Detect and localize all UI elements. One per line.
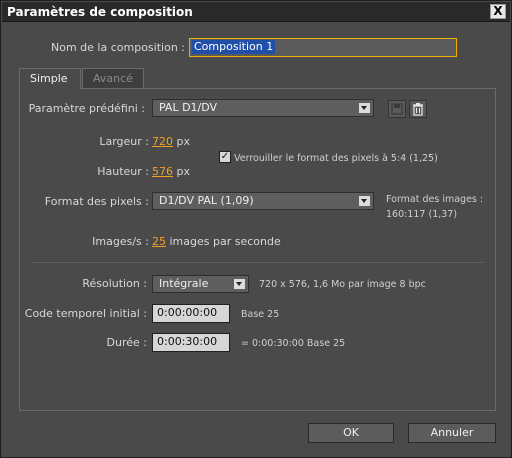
- preset-label: Paramètre prédéfini :: [28, 102, 145, 115]
- lock-ratio-checkbox[interactable]: ✓: [219, 151, 231, 163]
- chevron-down-icon: [359, 103, 370, 113]
- save-icon: [391, 103, 403, 115]
- pixel-aspect-label: Format des pixels :: [44, 195, 149, 208]
- frame-aspect-value: 160:117 (1,37): [386, 209, 458, 220]
- window-title: Paramètres de composition: [7, 5, 193, 19]
- frame-rate-label: Images/s :: [92, 235, 149, 248]
- tab-advanced[interactable]: Avancé: [82, 68, 144, 89]
- start-timecode-label: Code temporel initial :: [24, 307, 147, 320]
- height-label: Hauteur :: [97, 165, 149, 178]
- trash-icon: [413, 103, 423, 116]
- resolution-label: Résolution :: [82, 277, 147, 290]
- ok-button[interactable]: OK: [308, 423, 394, 443]
- width-field: 720 px: [152, 135, 190, 148]
- preset-dropdown[interactable]: PAL D1/DV: [152, 99, 374, 117]
- title-bar[interactable]: Paramètres de composition X: [2, 2, 510, 22]
- height-unit: px: [176, 165, 191, 178]
- width-unit: px: [176, 135, 191, 148]
- composition-name-value: Composition 1: [192, 40, 276, 54]
- chevron-down-icon: [359, 196, 370, 206]
- composition-name-label: Nom de la composition :: [51, 41, 185, 54]
- composition-name-input[interactable]: Composition 1: [189, 38, 457, 57]
- frame-aspect-label: Format des images :: [386, 194, 484, 205]
- delete-preset-button[interactable]: [409, 100, 427, 118]
- save-preset-button[interactable]: [388, 100, 406, 118]
- close-button[interactable]: X: [490, 4, 506, 19]
- start-timecode-input[interactable]: 0:00:00:00: [152, 304, 230, 323]
- pixel-aspect-value: D1/DV PAL (1,09): [159, 194, 254, 207]
- width-label: Largeur :: [99, 135, 149, 148]
- pixel-aspect-dropdown[interactable]: D1/DV PAL (1,09): [152, 192, 374, 210]
- frame-rate-value[interactable]: 25: [152, 235, 166, 248]
- preset-value: PAL D1/DV: [159, 101, 218, 114]
- start-timecode-base: Base 25: [241, 309, 280, 320]
- chevron-down-icon: [234, 279, 245, 289]
- resolution-info: 720 x 576, 1,6 Mo par image 8 bpc: [259, 279, 426, 290]
- tab-simple[interactable]: Simple: [19, 68, 81, 89]
- duration-label: Durée :: [106, 336, 147, 349]
- height-value[interactable]: 576: [152, 165, 173, 178]
- lock-ratio-label: Verrouiller le format des pixels à 5:4 (…: [234, 153, 438, 164]
- height-field: 576 px: [152, 165, 190, 178]
- resolution-value: Intégrale: [159, 277, 209, 290]
- resolution-dropdown[interactable]: Intégrale: [152, 275, 249, 293]
- divider: [31, 262, 484, 263]
- cancel-button[interactable]: Annuler: [408, 423, 496, 443]
- duration-info: = 0:00:30:00 Base 25: [241, 338, 346, 349]
- width-value[interactable]: 720: [152, 135, 173, 148]
- frame-rate-unit: images par seconde: [169, 235, 281, 248]
- frame-rate-field: 25 images par seconde: [152, 235, 281, 248]
- duration-input[interactable]: 0:00:30:00: [152, 333, 230, 352]
- composition-settings-dialog: Paramètres de composition X Nom de la co…: [0, 0, 512, 458]
